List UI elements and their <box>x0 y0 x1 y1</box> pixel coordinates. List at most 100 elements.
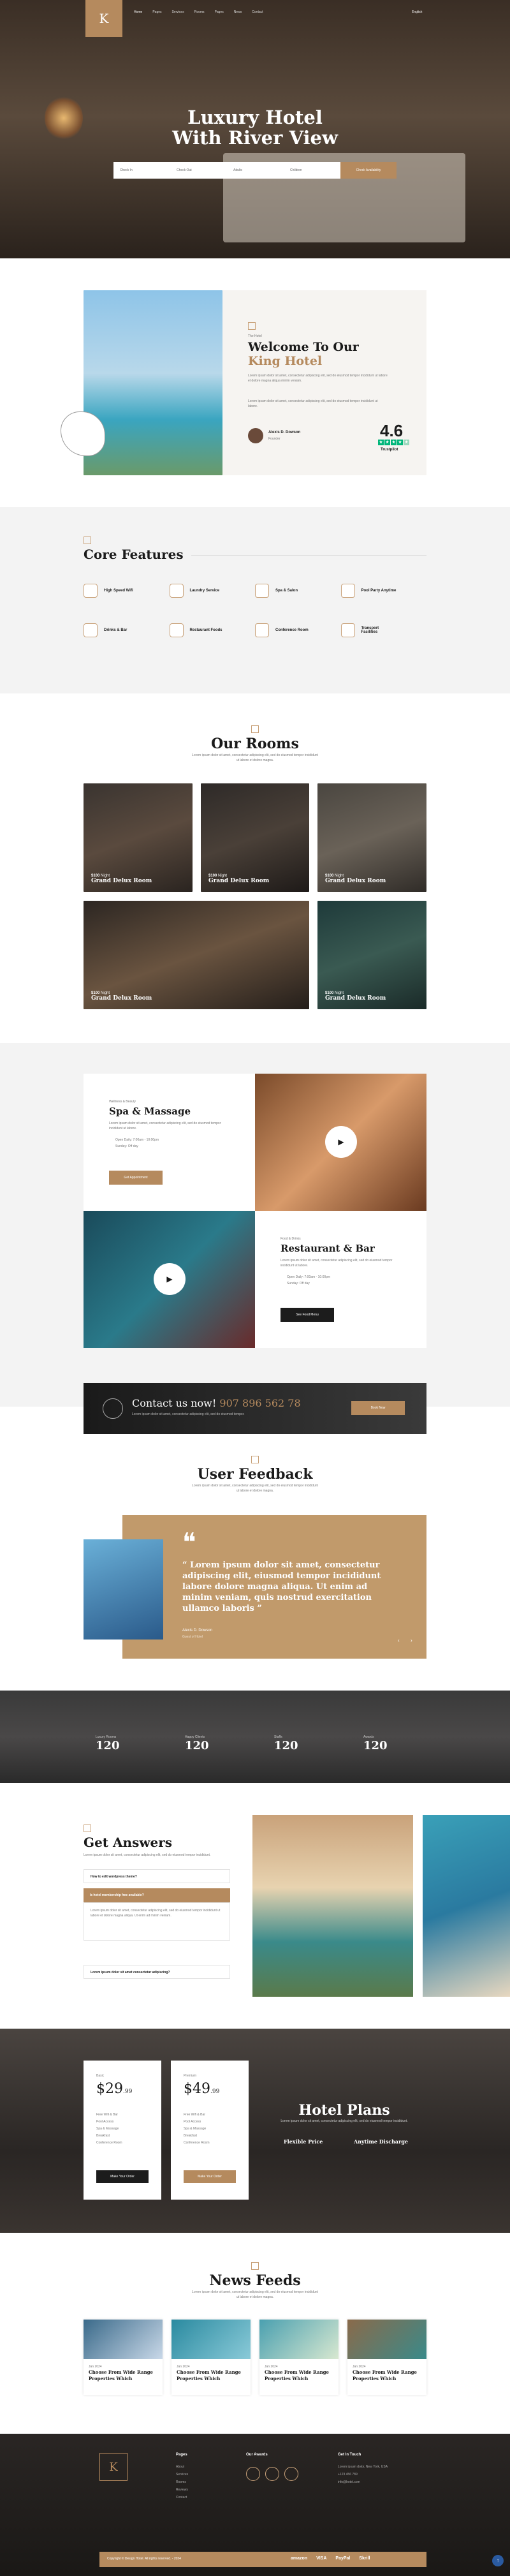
footer-link[interactable]: Rooms <box>176 2478 188 2486</box>
nav-item[interactable]: News <box>234 10 242 14</box>
nav-item[interactable]: Contact <box>252 10 263 14</box>
play-button[interactable]: ▶ <box>154 1263 186 1295</box>
next-arrow-icon[interactable]: › <box>411 1638 412 1643</box>
room-card[interactable]: $100 Night Grand Delux Room <box>84 901 309 1009</box>
news-card[interactable]: Jan 2024 Choose From Wide Range Propertie… <box>259 2320 339 2395</box>
feature-label: Pool Party Anytime <box>361 589 397 593</box>
rating-value: 4.6 <box>380 421 404 440</box>
feedback-title: User Feedback <box>197 1466 313 1483</box>
play-button[interactable]: ▶ <box>325 1126 357 1158</box>
news-image <box>84 2320 163 2359</box>
check-in-field[interactable]: Check In <box>113 162 170 179</box>
feedback-card: ❝ “ Lorem ipsum dolor sit amet, consecte… <box>122 1515 426 1659</box>
spa-time: Open Daily: 7:00am - 10:00pm <box>115 1138 159 1142</box>
phone-icon <box>103 1398 123 1419</box>
get-appointment-button[interactable]: Get Appointment <box>109 1171 163 1185</box>
news-image <box>259 2320 339 2359</box>
footer-link[interactable]: About <box>176 2463 188 2471</box>
feature-item: Pool Party Anytime <box>340 584 427 598</box>
footer-logo[interactable]: K <box>99 2453 127 2481</box>
features-title: Core Features <box>84 547 184 562</box>
food-menu-button[interactable]: See Food Menu <box>280 1308 334 1322</box>
spa-text: Lorem ipsum dolor sit amet, consectetur … <box>109 1121 221 1130</box>
faq-question: How to edit wordpress theme? <box>91 1875 137 1879</box>
plans-feature-1: Flexible Price <box>284 2138 323 2145</box>
footer-contact: Lorem ipsum dolor, New York, USA +123 45… <box>338 2463 388 2486</box>
room-card[interactable]: $100 Night Grand Delux Room <box>317 783 426 892</box>
features-grid: High Speed Wifi Laundry Service Spa & Sa… <box>84 584 426 637</box>
book-now-button[interactable]: Book Now <box>351 1401 405 1415</box>
order-button[interactable]: Make Your Order <box>184 2170 236 2183</box>
news-heading: Choose From Wide Range Properties Which <box>177 2369 242 2381</box>
room-name: Grand Delux Room <box>325 995 386 1002</box>
room-name: Grand Delux Room <box>91 995 152 1002</box>
spa-image: ▶ <box>255 1074 426 1211</box>
plan-features: Free Wifi & Bar Pool Access Spa & Massage B… <box>96 2113 122 2145</box>
contact-heading: Contact us now! 907 896 562 78 <box>132 1397 301 1409</box>
plans-subtitle: Lorem ipsum dolor sit amet, consectetur … <box>280 2119 408 2123</box>
hero-title: Luxury Hotel With River View <box>0 107 510 148</box>
spa-card: Wellness & Beauty Spa & Massage Lorem ip… <box>84 1074 255 1211</box>
spa-icon <box>255 584 269 598</box>
plan-name: Premium <box>184 2074 197 2078</box>
check-availability-button[interactable]: Check Availability <box>340 162 397 179</box>
rooms-icon <box>251 725 259 733</box>
hotel-icon <box>248 322 256 330</box>
room-name: Grand Delux Room <box>91 878 152 884</box>
feature-label: Drinks & Bar <box>104 628 127 632</box>
payment-logos: amazon VISA PayPal Skrill <box>291 2556 370 2561</box>
nav-item[interactable]: Pages <box>152 10 161 14</box>
author-name: Alexis D. Dowson <box>268 431 301 434</box>
plan-card: Premium $49.99 Free Wifi & Bar Pool Acces… <box>171 2061 249 2200</box>
order-button[interactable]: Make Your Order <box>96 2170 149 2183</box>
prev-arrow-icon[interactable]: ‹ <box>398 1638 400 1643</box>
nav-item[interactable]: Services <box>172 10 184 14</box>
adults-field[interactable]: Adults <box>227 162 284 179</box>
welcome-text-2: Lorem ipsum dolor sit amet, consectetur … <box>248 399 378 408</box>
language-select[interactable]: English <box>412 10 422 14</box>
bar-text: Lorem ipsum dolor sit amet, consectetur … <box>280 1259 393 1268</box>
children-field[interactable]: Children <box>284 162 340 179</box>
spa-title: Spa & Massage <box>109 1106 191 1117</box>
news-date: Jan 2024 <box>177 2365 190 2369</box>
welcome-title: Welcome To Our King Hotel <box>248 340 359 368</box>
stat-value: 120 <box>274 1739 298 1752</box>
features-icon <box>84 537 91 544</box>
news-card[interactable]: Jan 2024 Choose From Wide Range Propertie… <box>171 2320 251 2395</box>
footer-col-title: Pages <box>176 2453 187 2457</box>
check-out-field[interactable]: Check Out <box>170 162 227 179</box>
footer-email[interactable]: info@hotel.com <box>338 2478 388 2486</box>
feature-item: Conference Room <box>255 623 341 637</box>
room-card[interactable]: $100 Night Grand Delux Room <box>201 783 309 892</box>
faq-item[interactable]: Lorem ipsum dolor sit amet consectetur a… <box>84 1965 230 1979</box>
rating-stars: ★ ★ ★ ★ ★ <box>378 440 409 445</box>
news-date: Jan 2024 <box>89 2365 102 2369</box>
news-card[interactable]: Jan 2024 Choose From Wide Range Propertie… <box>84 2320 163 2395</box>
news-card[interactable]: Jan 2024 Choose From Wide Range Propertie… <box>347 2320 426 2395</box>
hero-title-line2: With River View <box>172 127 338 149</box>
stat-item: Awards 120 <box>363 1735 421 1752</box>
nav-item[interactable]: Home <box>134 10 142 14</box>
hero-title-line1: Luxury Hotel <box>187 107 323 128</box>
footer-link[interactable]: Reviews <box>176 2486 188 2494</box>
nav-item[interactable]: Pages <box>215 10 224 14</box>
faq-item[interactable]: How to edit wordpress theme? <box>84 1869 230 1883</box>
logo[interactable]: K <box>85 0 122 37</box>
footer-link[interactable]: Services <box>176 2471 188 2478</box>
award-icon <box>246 2467 260 2481</box>
main-nav: Home Pages Services Rooms Pages News Con… <box>134 10 263 14</box>
footer-phone[interactable]: +123 456 789 <box>338 2471 388 2478</box>
footer-bottom-bar: Copyright © Design Hotel. All rights res… <box>99 2552 426 2567</box>
trustpilot-logo: Trustpilot <box>381 448 398 452</box>
nav-item[interactable]: Rooms <box>194 10 205 14</box>
room-card[interactable]: $100 Night Grand Delux Room <box>84 783 193 892</box>
footer-link[interactable]: Contact <box>176 2494 188 2501</box>
scroll-top-button[interactable]: ↑ <box>492 2555 504 2566</box>
faq-icon <box>84 1825 91 1832</box>
reviewer-photo <box>84 1539 163 1640</box>
feedback-role: Guest of Hotel <box>182 1635 203 1639</box>
feature-label: Laundry Service <box>189 589 220 593</box>
room-card[interactable]: $100 Night Grand Delux Room <box>317 901 426 1009</box>
news-image <box>171 2320 251 2359</box>
faq-item-active[interactable]: Is hotel membership free available? <box>84 1888 230 1902</box>
